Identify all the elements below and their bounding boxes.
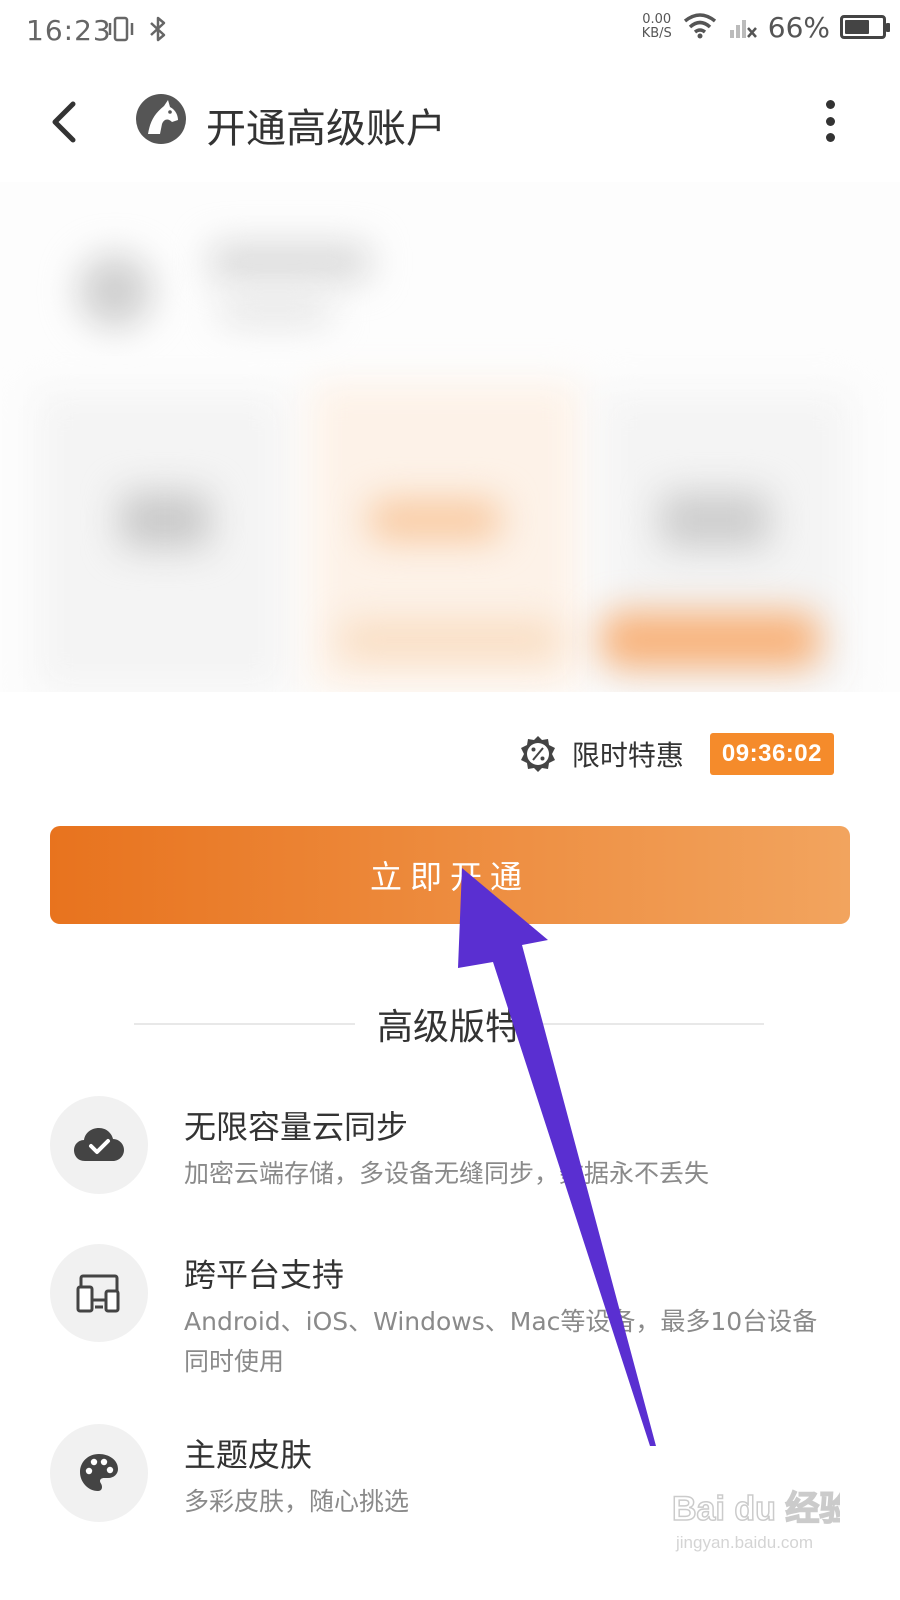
page-title: 开通高级账户 bbox=[206, 106, 446, 152]
status-bar: 16:23 0.00 KB/S 66% bbox=[0, 0, 900, 64]
palette-icon bbox=[80, 1454, 118, 1491]
watermark-logo: Bai du 经验 jingyan.baidu.com bbox=[670, 1478, 854, 1558]
app-header: 开通高级账户 bbox=[0, 64, 900, 182]
feature-icon-circle bbox=[50, 1244, 148, 1342]
blurred-username bbox=[210, 244, 370, 280]
blurred-tag-right bbox=[600, 612, 820, 668]
battery-icon bbox=[840, 15, 890, 39]
blurred-price-left bbox=[120, 492, 210, 548]
blurred-tag-middle bbox=[340, 622, 560, 658]
activate-now-button[interactable]: 立即开通 bbox=[50, 826, 850, 924]
countdown-timer: 09:36:02 bbox=[709, 733, 834, 775]
feature-title: 无限容量云同步 bbox=[184, 1108, 409, 1146]
features-section-heading: 高级版特 bbox=[134, 996, 765, 1052]
feature-title: 跨平台支持 bbox=[184, 1256, 345, 1294]
battery-percent: 66% bbox=[767, 10, 830, 44]
net-speed: 0.00 KB/S bbox=[642, 13, 672, 41]
feature-description: 加密云端存储，多设备无缝同步，数据永不丢失 bbox=[184, 1159, 710, 1188]
status-time: 16:23 bbox=[26, 14, 112, 47]
battery-fill bbox=[845, 20, 869, 34]
blurred-plan-area bbox=[0, 182, 900, 692]
discount-badge-icon bbox=[518, 734, 558, 774]
vibrate-icon bbox=[108, 14, 134, 48]
signal-icon bbox=[728, 10, 758, 44]
wifi-icon bbox=[682, 10, 718, 44]
feature-description: Android、iOS、Windows、Mac等设备，最多10台设备同时使用 bbox=[184, 1307, 818, 1376]
feature-title: 主题皮肤 bbox=[184, 1436, 313, 1474]
feature-icon-circle bbox=[50, 1096, 148, 1194]
divider-left bbox=[134, 1023, 355, 1025]
feature-item-cross-platform: 跨平台支持 Android、iOS、Windows、Mac等设备，最多10台设备… bbox=[50, 1244, 850, 1384]
activate-now-label: 立即开通 bbox=[369, 858, 530, 896]
back-button[interactable] bbox=[36, 94, 92, 150]
watermark-brand: Bai du 经验 bbox=[672, 1489, 840, 1528]
promo-row: 限时特惠 09:36:02 bbox=[518, 732, 834, 776]
devices-icon bbox=[76, 1274, 120, 1313]
limited-offer-label: 限时特惠 bbox=[571, 739, 684, 772]
back-arrow-icon bbox=[52, 101, 76, 143]
dot-icon bbox=[825, 100, 835, 109]
blurred-price-middle bbox=[370, 500, 500, 540]
blurred-subtitle bbox=[220, 298, 330, 324]
bluetooth-icon bbox=[148, 14, 168, 48]
blurred-price-right bbox=[660, 492, 770, 548]
feature-item-cloud-sync: 无限容量云同步 加密云端存储，多设备无缝同步，数据永不丢失 bbox=[50, 1096, 850, 1206]
net-speed-value: 0.00 bbox=[642, 12, 672, 27]
divider-right bbox=[543, 1023, 765, 1025]
net-speed-unit: KB/S bbox=[641, 26, 672, 41]
app-logo bbox=[134, 92, 188, 146]
watermark-url: jingyan.baidu.com bbox=[675, 1533, 813, 1552]
features-section-title: 高级版特 bbox=[377, 1007, 522, 1048]
status-right: 0.00 KB/S 66% bbox=[642, 10, 890, 44]
dot-icon bbox=[825, 133, 835, 142]
feature-icon-circle bbox=[50, 1424, 148, 1522]
cloud-check-icon bbox=[74, 1128, 124, 1161]
more-options-button[interactable] bbox=[810, 96, 850, 146]
status-left-icons bbox=[108, 14, 168, 48]
dot-icon bbox=[825, 116, 835, 126]
blurred-avatar bbox=[78, 254, 152, 328]
